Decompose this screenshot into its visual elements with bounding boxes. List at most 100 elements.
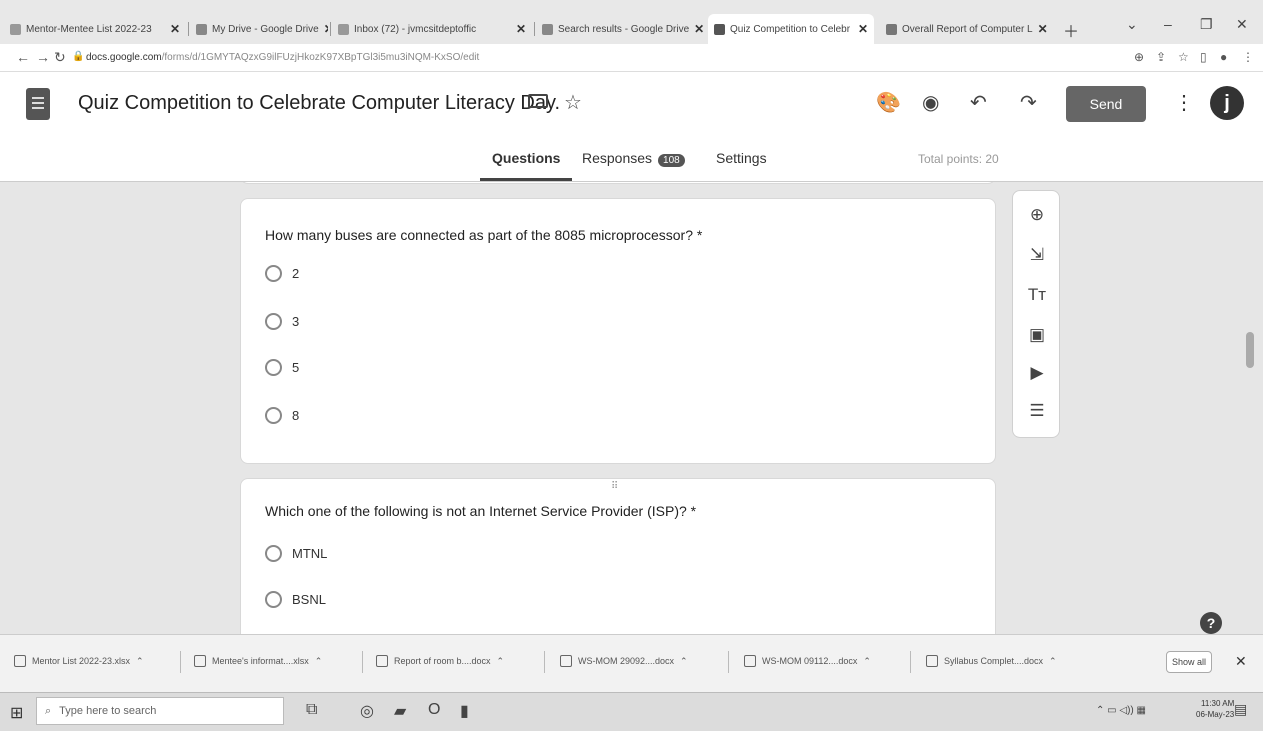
download-item[interactable]: WS-MOM 09112....docx ⌃ (744, 655, 871, 667)
download-item[interactable]: Syllabus Complet....docx ⌃ (926, 655, 1057, 667)
folder-icon[interactable] (528, 94, 548, 108)
question-card[interactable]: How many buses are connected as part of … (240, 198, 996, 464)
tab-responses[interactable]: Responses 108 (582, 150, 685, 167)
task-view-icon[interactable]: ⧉ (306, 701, 317, 719)
clock[interactable]: 11:30 AM 06-May-23 (1196, 698, 1234, 720)
close-icon[interactable]: ✕ (170, 22, 180, 36)
add-section-icon[interactable]: ☰ (1025, 399, 1049, 423)
taskbar-search[interactable]: ⌕ Type here to search (36, 697, 284, 725)
radio-button[interactable] (265, 313, 282, 330)
sidepanel-icon[interactable]: ▯ (1200, 50, 1207, 64)
chevron-up-icon[interactable]: ⌃ (497, 656, 505, 667)
chevron-up-icon[interactable]: ⌃ (680, 656, 688, 667)
chevron-up-icon[interactable]: ⌃ (863, 656, 871, 667)
tab-questions[interactable]: Questions (492, 150, 560, 166)
option-item[interactable]: 3 (265, 313, 299, 330)
share-icon[interactable]: ⇪ (1156, 50, 1166, 64)
close-icon[interactable]: ✕ (1235, 653, 1247, 670)
close-icon[interactable]: ✕ (516, 22, 526, 36)
chevron-down-icon[interactable]: ⌄ (1126, 16, 1138, 33)
show-all-button[interactable]: Show all (1166, 651, 1212, 673)
tab-label: Inbox (72) - jvmcsitdeptoffic (354, 23, 477, 35)
star-icon[interactable]: ☆ (564, 90, 582, 115)
option-item[interactable]: BSNL (265, 591, 326, 608)
more-options-icon[interactable]: ⋮ (1174, 90, 1194, 115)
previous-question-card[interactable] (240, 182, 996, 184)
back-icon[interactable]: ← (16, 49, 30, 65)
download-item[interactable]: Mentor List 2022-23.xlsx ⌃ (14, 655, 144, 667)
sheets-icon (886, 23, 897, 35)
drag-handle-icon[interactable]: ⠿ (611, 481, 619, 492)
option-item[interactable]: MTNL (265, 545, 327, 562)
google-forms-icon[interactable] (26, 88, 50, 120)
restore-icon[interactable]: ❐ (1200, 16, 1213, 33)
close-icon[interactable]: ✕ (694, 22, 704, 36)
chevron-up-icon[interactable]: ⌃ (315, 656, 323, 667)
radio-button[interactable] (265, 359, 282, 376)
lock-icon: 🔒 (72, 51, 85, 62)
palette-icon[interactable]: 🎨 (876, 90, 901, 115)
profile-icon[interactable]: ● (1220, 50, 1227, 64)
download-item[interactable]: WS-MOM 29092....docx ⌃ (560, 655, 688, 667)
option-item[interactable]: 5 (265, 359, 299, 376)
send-button[interactable]: Send (1066, 86, 1146, 122)
radio-button[interactable] (265, 407, 282, 424)
browser-tab-mentor-list[interactable]: Mentor-Mentee List 2022-23 ✕ (4, 16, 186, 42)
question-card[interactable]: ⠿ Which one of the following is not an I… (240, 478, 996, 634)
app-icon[interactable]: ▮ (460, 701, 469, 721)
add-image-icon[interactable]: ▣ (1025, 323, 1049, 347)
menu-icon[interactable]: ⋮ (1242, 50, 1254, 64)
undo-icon[interactable]: ↶ (970, 90, 987, 115)
chevron-up-icon[interactable]: ⌃ (136, 656, 144, 667)
download-item[interactable]: Report of room b....docx ⌃ (376, 655, 504, 667)
option-label: 8 (292, 408, 300, 423)
windows-start-icon[interactable]: ⊞ (10, 703, 23, 723)
close-icon[interactable]: ✕ (1038, 22, 1048, 36)
browser-tab-my-drive[interactable]: My Drive - Google Drive ✕ (190, 16, 328, 42)
help-icon[interactable]: ? (1200, 612, 1222, 634)
file-explorer-icon[interactable]: ▰ (394, 701, 406, 721)
close-window-icon[interactable]: ✕ (1236, 16, 1248, 33)
avatar[interactable]: j (1210, 86, 1244, 120)
redo-icon[interactable]: ↷ (1020, 90, 1037, 115)
browser-tab-overall-report[interactable]: Overall Report of Computer L ✕ (880, 16, 1052, 42)
form-title[interactable]: Quiz Competition to Celebrate Computer L… (78, 92, 560, 115)
word-file-icon (560, 655, 572, 667)
download-item[interactable]: Mentee's informat....xlsx ⌃ (194, 655, 322, 667)
close-icon[interactable]: ✕ (324, 22, 328, 36)
option-item[interactable]: 2 (265, 265, 299, 282)
zoom-icon[interactable]: ⊕ (1134, 50, 1144, 64)
preview-eye-icon[interactable]: ◉ (922, 90, 939, 115)
scrollbar-thumb[interactable] (1246, 332, 1254, 368)
new-tab-icon[interactable]: ＋ (1063, 18, 1079, 42)
system-tray[interactable]: ⌃ ▭ ◁)) ▦ (1096, 705, 1146, 716)
forward-icon[interactable]: → (36, 49, 50, 65)
radio-button[interactable] (265, 265, 282, 282)
import-questions-icon[interactable]: ⇲ (1025, 243, 1049, 267)
radio-button[interactable] (265, 545, 282, 562)
minimize-icon[interactable]: – (1164, 16, 1172, 32)
notification-icon[interactable]: ▤ (1234, 701, 1247, 718)
add-question-icon[interactable]: ⊕ (1025, 203, 1049, 227)
active-tab-indicator (480, 178, 572, 181)
url-field[interactable]: docs.google.com/forms/d/1GMYTAQzxG9ilFUz… (86, 52, 479, 63)
tab-label: Quiz Competition to Celebr (730, 23, 851, 35)
browser-tab-search-results[interactable]: Search results - Google Drive ✕ (536, 16, 706, 42)
tab-settings[interactable]: Settings (716, 150, 767, 166)
chevron-up-icon[interactable]: ⌃ (1049, 656, 1057, 667)
reload-icon[interactable]: ↻ (54, 49, 66, 66)
add-video-icon[interactable]: ▶ (1025, 361, 1049, 385)
question-text[interactable]: How many buses are connected as part of … (265, 227, 702, 243)
chrome-icon[interactable]: ◎ (360, 701, 374, 721)
option-item[interactable]: 8 (265, 407, 299, 424)
search-input[interactable]: Type here to search (59, 705, 156, 717)
close-icon[interactable]: ✕ (858, 22, 868, 36)
side-toolbar: ⊕ ⇲ Tт ▣ ▶ ☰ (1012, 190, 1060, 438)
question-text[interactable]: Which one of the following is not an Int… (265, 503, 696, 519)
opera-icon[interactable]: O (428, 701, 440, 719)
add-title-icon[interactable]: Tт (1025, 283, 1049, 307)
browser-tab-quiz[interactable]: Quiz Competition to Celebr ✕ (708, 14, 874, 44)
radio-button[interactable] (265, 591, 282, 608)
bookmark-star-icon[interactable]: ☆ (1178, 50, 1189, 64)
browser-tab-inbox[interactable]: Inbox (72) - jvmcsitdeptoffic ✕ (332, 16, 532, 42)
